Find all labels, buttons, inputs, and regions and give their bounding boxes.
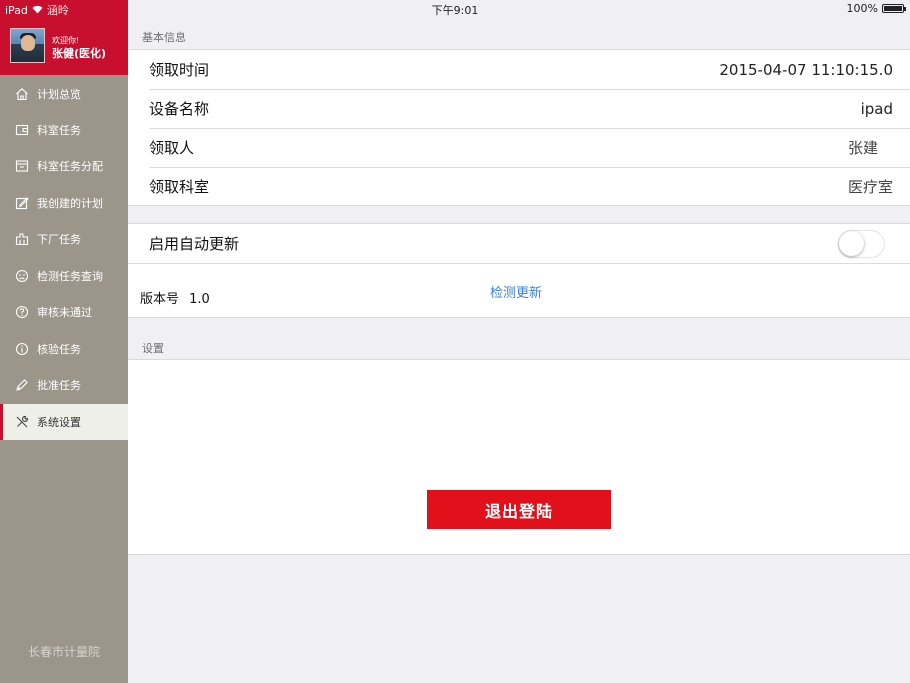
row-label: 领取时间	[149, 61, 210, 79]
row-label: 领取人	[149, 139, 195, 157]
face-icon	[15, 269, 29, 283]
row-value: 2015-04-07 11:10:15.0	[719, 60, 893, 79]
home-icon	[15, 87, 29, 101]
auto-update-label: 启用自动更新	[149, 235, 240, 253]
info-row-department: 领取科室 医疗室	[128, 167, 910, 206]
clock: 下午9:01	[431, 4, 479, 17]
sidebar-item-approve-tasks[interactable]: 批准任务	[0, 367, 128, 403]
sidebar-item-label: 计划总览	[37, 88, 81, 101]
sidebar-item-label: 批准任务	[37, 379, 81, 392]
basic-info-group: 领取时间 2015-04-07 11:10:15.0 设备名称 ipad 领取人…	[128, 49, 910, 206]
row-label: 领取科室	[149, 178, 210, 196]
sidebar-item-plan-overview[interactable]: 计划总览	[0, 76, 128, 112]
section-header-basic-info: 基本信息	[142, 31, 186, 44]
toggle-knob	[839, 231, 864, 256]
tools-icon	[15, 415, 29, 429]
settings-panel: 基本信息 领取时间 2015-04-07 11:10:15.0 设备名称 ipa…	[128, 0, 910, 683]
auto-update-toggle[interactable]	[838, 230, 885, 258]
check-update-button[interactable]: 检测更新	[490, 282, 542, 301]
battery-icon	[882, 4, 906, 13]
sidebar-item-label: 审核未通过	[37, 306, 92, 319]
row-value: 张建	[847, 139, 878, 157]
question-icon	[15, 305, 29, 319]
battery-percent: 100%	[846, 2, 878, 15]
status-bar: iPad 涵昤 下午9:01 100%	[0, 0, 910, 18]
logout-button[interactable]: 退出登陆	[427, 490, 611, 529]
update-group: 启用自动更新 版本号 1.0 检测更新	[128, 223, 910, 318]
row-value: ipad	[860, 99, 893, 118]
version-label: 版本号	[140, 292, 180, 307]
factory-icon	[15, 232, 29, 246]
sidebar-item-dept-task-assign[interactable]: 科室任务分配	[0, 148, 128, 184]
row-label: 设备名称	[149, 100, 210, 118]
info-row-device-name: 设备名称 ipad	[128, 89, 910, 128]
pen-icon	[15, 378, 29, 392]
sidebar-item-review-rejected[interactable]: 审核未通过	[0, 294, 128, 330]
sidebar-item-label: 下厂任务	[37, 233, 81, 246]
sidebar-item-factory-tasks[interactable]: 下厂任务	[0, 221, 128, 257]
org-name: 长春市计量院	[27, 645, 100, 659]
sidebar: 欢迎你! 张健(医化) 计划总览 科室任务 科室任务分配 我创建的计划 下厂任务	[0, 0, 128, 683]
info-row-receive-time: 领取时间 2015-04-07 11:10:15.0	[128, 50, 910, 89]
sidebar-item-label: 科室任务	[37, 124, 81, 137]
edit-icon	[15, 196, 29, 210]
wallet-icon	[15, 123, 29, 137]
sidebar-item-my-plans[interactable]: 我创建的计划	[0, 185, 128, 221]
row-value: 医疗室	[847, 178, 893, 196]
sidebar-item-verify-tasks[interactable]: 核验任务	[0, 331, 128, 367]
sidebar-item-label: 系统设置	[37, 416, 81, 429]
sidebar-item-label: 核验任务	[37, 343, 81, 356]
tray-icon	[15, 159, 29, 173]
sidebar-item-label: 我创建的计划	[37, 197, 103, 210]
version-value: 1.0	[189, 292, 210, 307]
user-name: 张健(医化)	[52, 47, 107, 60]
section-header-settings: 设置	[142, 342, 164, 355]
version-info: 版本号 1.0	[140, 288, 210, 307]
info-row-receiver: 领取人 张建	[128, 128, 910, 167]
info-icon	[15, 342, 29, 356]
auto-update-row: 启用自动更新	[128, 224, 910, 263]
avatar	[10, 28, 45, 63]
sidebar-item-label: 检测任务查询	[37, 270, 103, 283]
sidebar-item-inspection-query[interactable]: 检测任务查询	[0, 258, 128, 294]
sidebar-item-label: 科室任务分配	[37, 160, 103, 173]
sidebar-item-system-settings[interactable]: 系统设置	[0, 404, 128, 440]
sidebar-item-dept-tasks[interactable]: 科室任务	[0, 112, 128, 148]
